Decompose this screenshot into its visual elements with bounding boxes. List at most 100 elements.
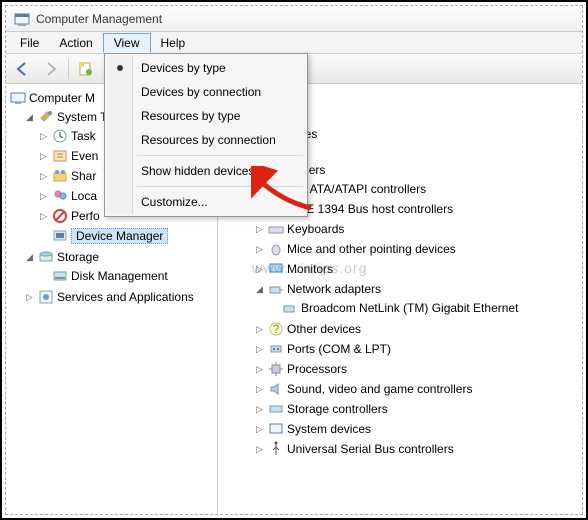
storage-ctrl-icon (268, 401, 284, 417)
users-icon (52, 188, 68, 204)
tree-other-devices[interactable]: ▷?Other devices (252, 320, 580, 338)
tree-label: System devices (287, 422, 371, 436)
sound-icon (268, 381, 284, 397)
menuitem-label: Resources by connection (141, 133, 276, 147)
tree-usb[interactable]: ▷Universal Serial Bus controllers (252, 440, 580, 458)
clock-icon (52, 128, 68, 144)
menuitem-label: Resources by type (141, 109, 240, 123)
expand-icon[interactable]: ▷ (254, 224, 265, 235)
expand-icon[interactable]: ▷ (38, 131, 49, 142)
spacer (268, 303, 279, 314)
tools-icon (38, 109, 54, 125)
expand-icon[interactable]: ▷ (38, 151, 49, 162)
tree-label: Storage (57, 250, 99, 264)
menuitem-resources-by-type[interactable]: Resources by type (107, 104, 305, 128)
tree-ports[interactable]: ▷ Ports (COM & LPT) (252, 340, 580, 358)
nic-icon (282, 300, 298, 316)
cpu-icon (268, 361, 284, 377)
storage-icon (38, 249, 54, 265)
menuitem-resources-by-connection[interactable]: Resources by connection (107, 128, 305, 152)
expand-icon[interactable]: ▷ (254, 384, 265, 395)
expand-icon[interactable]: ▷ (254, 444, 265, 455)
forward-button[interactable] (38, 57, 64, 81)
menuitem-label: Customize... (141, 195, 208, 209)
expand-icon[interactable]: ▷ (38, 211, 49, 222)
tree-disk-management[interactable]: Disk Management (36, 267, 215, 285)
menu-file[interactable]: File (10, 34, 49, 52)
disk-icon (52, 268, 68, 284)
monitor-icon (268, 261, 284, 277)
expand-icon[interactable]: ▷ (254, 404, 265, 415)
keyboard-icon (268, 221, 284, 237)
menuitem-show-hidden-devices[interactable]: Show hidden devices (107, 159, 305, 183)
expand-icon[interactable]: ▷ (254, 344, 265, 355)
tree-label: Keyboards (287, 222, 344, 236)
menu-view[interactable]: View (103, 33, 151, 53)
menuitem-devices-by-type[interactable]: Devices by type (107, 56, 305, 80)
collapse-icon[interactable]: ◢ (24, 252, 35, 263)
spacer (38, 271, 49, 282)
window-title: Computer Management (36, 12, 162, 26)
tree-broadcom-adapter[interactable]: Broadcom NetLink (TM) Gigabit Ethernet (266, 299, 580, 317)
back-button[interactable] (10, 57, 36, 81)
tree-label: Sound, video and game controllers (287, 382, 472, 396)
expand-icon[interactable]: ▷ (254, 324, 265, 335)
tree-label: Disk Management (71, 269, 168, 283)
expand-icon[interactable]: ▷ (254, 364, 265, 375)
tree-network-adapters[interactable]: ◢Network adapters (252, 280, 580, 298)
system-icon (268, 421, 284, 437)
tree-storage[interactable]: ◢ Storage (22, 248, 215, 266)
tree-label: Ports (COM & LPT) (287, 342, 391, 356)
usb-icon (268, 441, 284, 457)
tree-monitors[interactable]: ▷ Monitors (252, 260, 580, 278)
menuitem-devices-by-connection[interactable]: Devices by connection (107, 80, 305, 104)
tree-device-manager[interactable]: Device Manager (36, 227, 215, 245)
expand-icon[interactable]: ▷ (38, 191, 49, 202)
port-icon (268, 341, 284, 357)
expand-icon[interactable]: ▷ (254, 264, 265, 275)
tree-label: Monitors (287, 262, 333, 276)
tree-label: Task (71, 129, 96, 143)
tree-processors[interactable]: ▷ Processors (252, 360, 580, 378)
menu-separator (137, 155, 303, 156)
mouse-icon (268, 241, 284, 257)
share-icon (52, 168, 68, 184)
expand-icon[interactable]: ▷ (254, 424, 265, 435)
menu-action[interactable]: Action (49, 34, 102, 52)
menubar: File Action View Help (6, 32, 582, 54)
tree-label: Processors (287, 362, 347, 376)
tree-system-devices[interactable]: ▷ System devices (252, 420, 580, 438)
menuitem-customize[interactable]: Customize... (107, 190, 305, 214)
collapse-icon[interactable]: ◢ (254, 284, 265, 295)
device-manager-icon (52, 228, 68, 244)
app-icon (14, 11, 30, 27)
menuitem-label: Show hidden devices (141, 164, 254, 178)
expand-icon[interactable]: ▷ (24, 292, 35, 303)
unknown-icon: ? (268, 321, 284, 337)
tree-label: IEEE 1394 Bus host controllers (287, 202, 453, 216)
collapse-icon[interactable]: ◢ (24, 112, 35, 123)
tree-sound[interactable]: ▷ Sound, video and game controllers (252, 380, 580, 398)
expand-icon[interactable]: ▷ (254, 244, 265, 255)
tree-label: Storage controllers (287, 402, 388, 416)
properties-button[interactable] (73, 57, 99, 81)
view-dropdown: Devices by type Devices by connection Re… (104, 53, 308, 217)
menu-separator (137, 186, 303, 187)
tree-mice[interactable]: ▷Mice and other pointing devices (252, 240, 580, 258)
tree-label: Loca (71, 189, 97, 203)
menu-help[interactable]: Help (151, 34, 196, 52)
expand-icon[interactable]: ▷ (38, 171, 49, 182)
menuitem-label: Devices by type (141, 61, 226, 75)
computer-icon (10, 90, 26, 106)
titlebar: Computer Management (6, 6, 582, 32)
tree-services-apps[interactable]: ▷Services and Applications (22, 288, 215, 306)
tree-label: Perfo (71, 209, 100, 223)
tree-keyboards[interactable]: ▷ Keyboards (252, 220, 580, 238)
services-icon (38, 289, 54, 305)
spacer (38, 231, 49, 242)
tree-storage-controllers[interactable]: ▷ Storage controllers (252, 400, 580, 418)
tree-label: System T (57, 110, 107, 124)
menuitem-label: Devices by connection (141, 85, 261, 99)
tree-label: Even (71, 149, 98, 163)
tree-label: Other devices (287, 322, 361, 336)
